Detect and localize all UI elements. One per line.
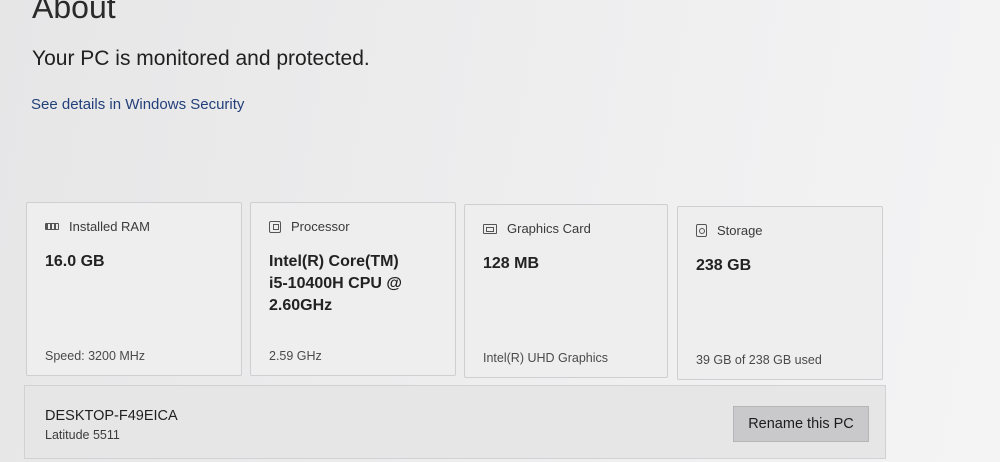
spec-card-value: 128 MB <box>483 255 540 272</box>
graphics-card-icon <box>483 223 497 234</box>
storage-icon <box>696 224 707 237</box>
spec-card-header: Storage <box>696 223 763 238</box>
about-page: About Your PC is monitored and protected… <box>0 0 1000 462</box>
spec-card-detail: 39 GB of 238 GB used <box>696 353 822 367</box>
spec-card-value: Intel(R) Core(TM) i5-10400H CPU @ 2.60GH… <box>269 253 402 314</box>
spec-card-graphics: Graphics Card 128 MB Intel(R) UHD Graphi… <box>464 204 668 378</box>
windows-security-link[interactable]: See details in Windows Security <box>31 96 244 113</box>
processor-icon <box>269 220 281 233</box>
spec-card-detail: 2.59 GHz <box>269 349 322 363</box>
spec-card-processor: Processor Intel(R) Core(TM) i5-10400H CP… <box>250 202 456 376</box>
spec-card-storage: Storage 238 GB 39 GB of 238 GB used <box>677 206 883 380</box>
rename-pc-button[interactable]: Rename this PC <box>733 406 869 442</box>
ram-icon <box>45 223 59 230</box>
spec-card-header: Graphics Card <box>483 221 591 236</box>
protection-status-text: Your PC is monitored and protected. <box>32 47 370 70</box>
spec-card-label: Processor <box>291 219 350 234</box>
spec-card-label: Installed RAM <box>69 219 150 234</box>
spec-card-ram: Installed RAM 16.0 GB Speed: 3200 MHz <box>26 202 242 376</box>
spec-card-detail: Speed: 3200 MHz <box>45 349 146 363</box>
spec-card-detail: Intel(R) UHD Graphics <box>483 351 609 365</box>
spec-card-value: 238 GB <box>696 257 752 274</box>
page-title: About <box>32 0 116 25</box>
spec-card-label: Graphics Card <box>507 221 591 236</box>
spec-card-label: Storage <box>717 223 763 238</box>
device-model: Latitude 5511 <box>45 428 120 442</box>
device-name-bar: DESKTOP-F49EICA Latitude 5511 Rename thi… <box>24 385 886 459</box>
spec-card-header: Processor <box>269 219 350 234</box>
spec-card-value: 16.0 GB <box>45 253 105 270</box>
device-name: DESKTOP-F49EICA <box>45 408 178 424</box>
spec-card-header: Installed RAM <box>45 219 150 234</box>
